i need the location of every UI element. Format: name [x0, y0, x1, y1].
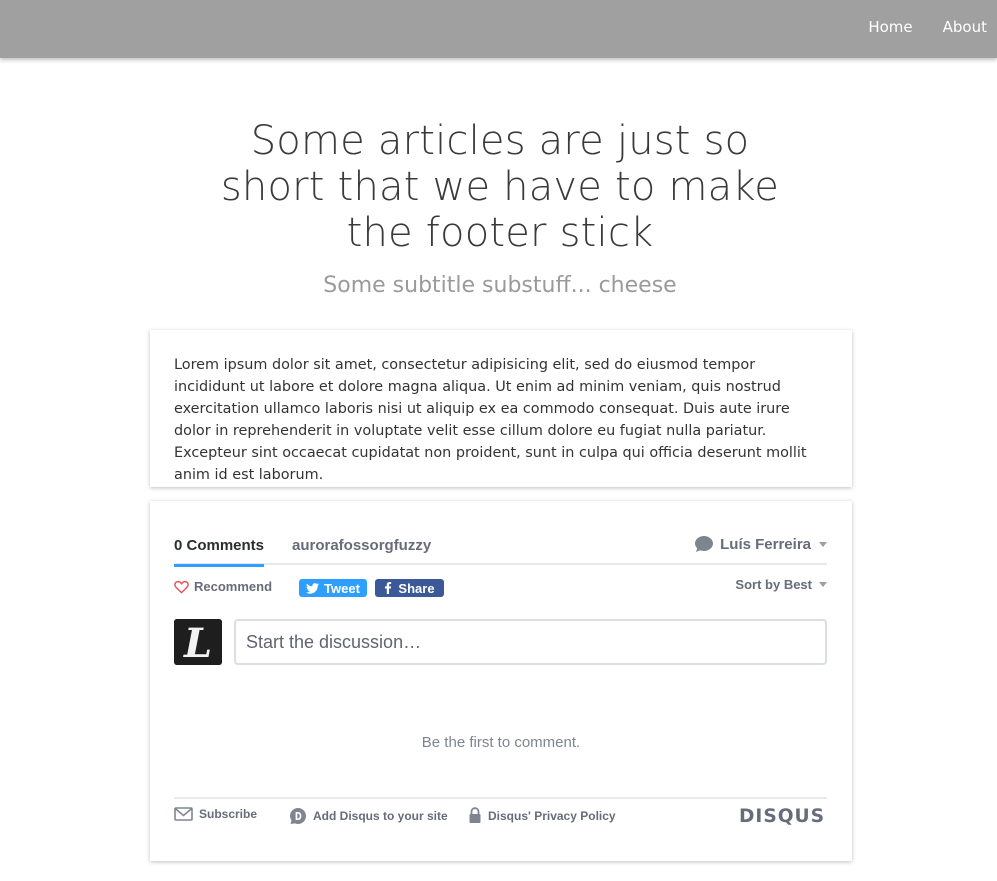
- disqus-tabs: 0 Comments aurorafossorgfuzzy Luís Ferre…: [174, 533, 827, 567]
- disqus-logo-text: DISQUS: [739, 805, 825, 825]
- chevron-down-icon: [819, 541, 827, 547]
- forum-name-tab[interactable]: aurorafossorgfuzzy: [292, 537, 431, 554]
- add-disqus-label: Add Disqus to your site: [313, 809, 448, 823]
- heart-icon: [174, 580, 189, 594]
- comment-count-tab[interactable]: 0 Comments: [174, 537, 265, 567]
- tweet-label: Tweet: [324, 580, 360, 596]
- share-label: Share: [398, 580, 435, 596]
- recommend-button[interactable]: Recommend: [174, 579, 272, 594]
- chevron-down-icon: [819, 582, 827, 587]
- nav-link-home[interactable]: Home: [868, 18, 912, 36]
- speech-bubble-icon: [695, 536, 714, 552]
- avatar-letter: L: [183, 620, 212, 665]
- disqus-footer: Subscribe Add Disqus to your site Disqus…: [174, 797, 827, 831]
- disqus-d-icon: [290, 808, 306, 824]
- nav-link-about[interactable]: About: [943, 18, 987, 36]
- user-menu[interactable]: Luís Ferreira: [694, 535, 827, 553]
- disqus-logo[interactable]: DISQUS: [739, 805, 827, 825]
- twitter-icon: [306, 582, 320, 594]
- page-title: Some articles are just so short that we …: [220, 118, 780, 256]
- top-nav-bar: Home About: [0, 0, 997, 58]
- add-disqus-link[interactable]: Add Disqus to your site: [289, 807, 448, 825]
- facebook-icon: [385, 582, 392, 594]
- privacy-policy-link[interactable]: Disqus' Privacy Policy: [468, 807, 616, 824]
- comment-composer-input[interactable]: Start the discussion…: [234, 619, 827, 665]
- avatar[interactable]: L: [174, 619, 222, 665]
- recommend-label: Recommend: [194, 579, 273, 594]
- disqus-actions: Recommend Tweet Share Sort by Best: [174, 577, 827, 599]
- sort-dropdown[interactable]: Sort by Best: [735, 577, 827, 592]
- lock-icon: [469, 807, 481, 823]
- subscribe-link[interactable]: Subscribe: [174, 807, 257, 821]
- comments-card: 0 Comments aurorafossorgfuzzy Luís Ferre…: [150, 501, 852, 861]
- facebook-share-button[interactable]: Share: [375, 579, 444, 597]
- user-name: Luís Ferreira: [720, 535, 811, 553]
- subscribe-label: Subscribe: [199, 807, 258, 821]
- page-subtitle: Some subtitle substuff... cheese: [323, 273, 677, 298]
- composer-placeholder: Start the discussion…: [246, 631, 422, 652]
- sort-label: Sort by Best: [735, 577, 812, 592]
- user-avatar-image: L: [174, 619, 222, 665]
- article-body: Lorem ipsum dolor sit amet, consectetur …: [174, 357, 807, 483]
- envelope-icon: [174, 807, 193, 821]
- privacy-label: Disqus' Privacy Policy: [488, 808, 616, 823]
- main-nav: Home About: [868, 18, 987, 36]
- tweet-button[interactable]: Tweet: [299, 579, 367, 597]
- empty-comments-message: Be the first to comment.: [421, 734, 581, 751]
- article-card: Lorem ipsum dolor sit amet, consectetur …: [150, 330, 852, 487]
